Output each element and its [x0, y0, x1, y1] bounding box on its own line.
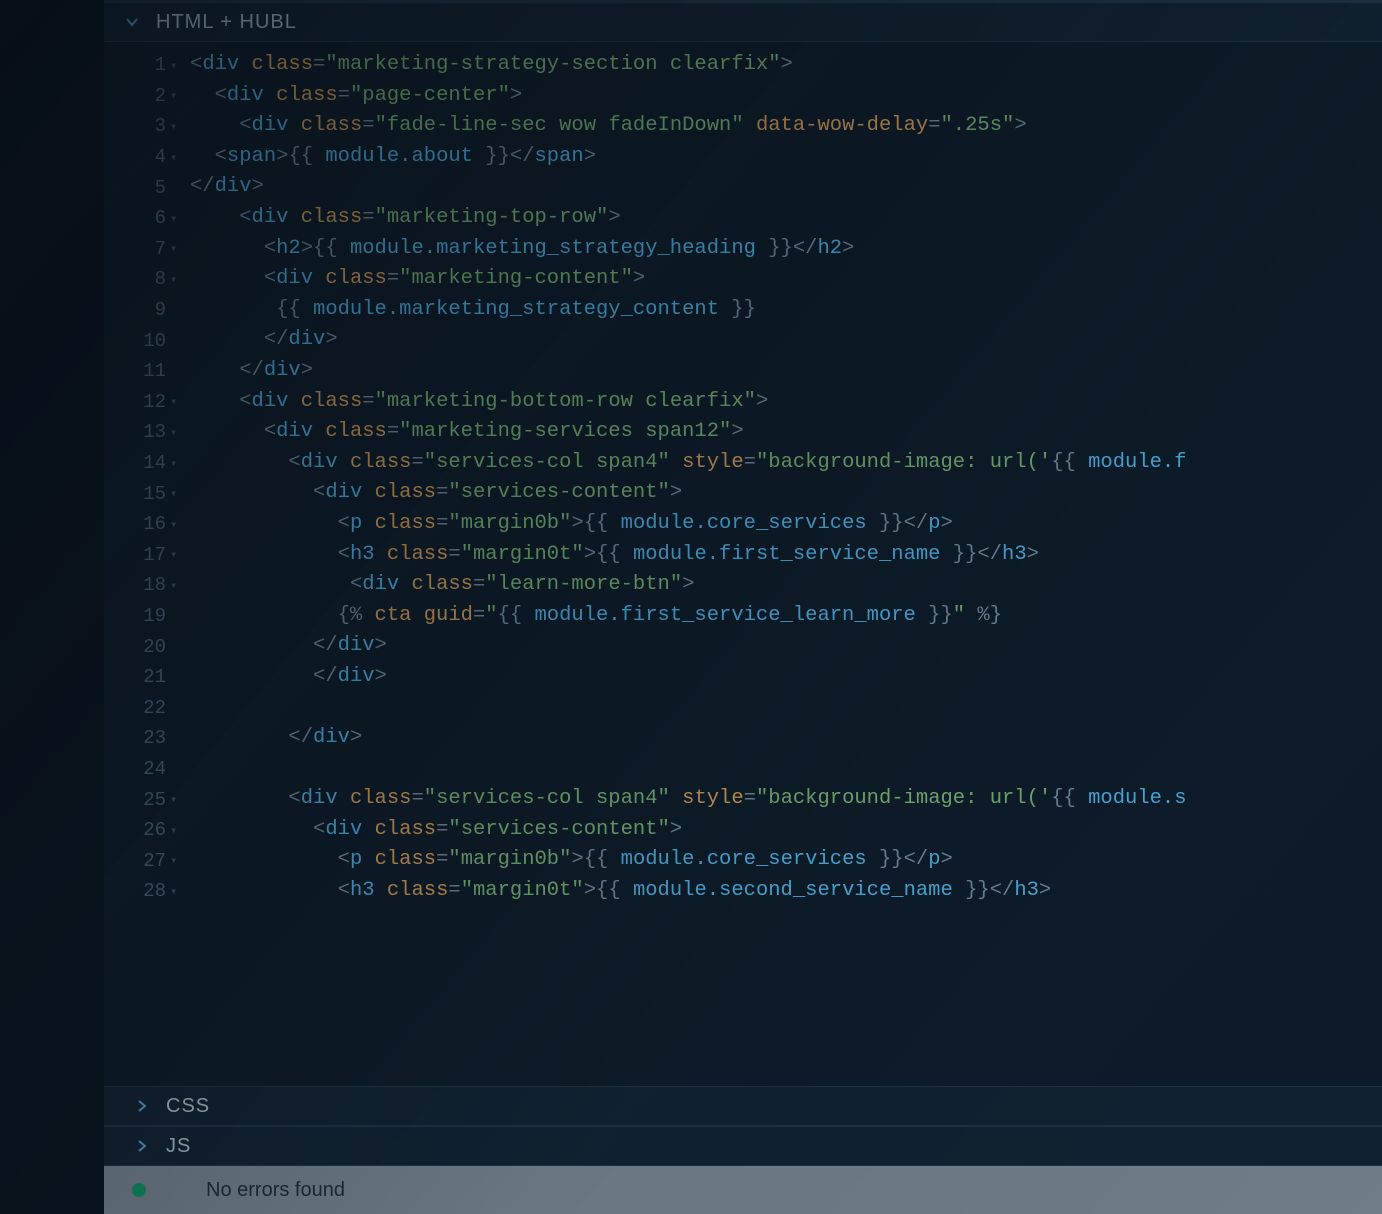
chevron-right-icon [132, 1136, 152, 1156]
line-number: 2▾ [104, 81, 190, 112]
code-line[interactable]: <p class="margin0b">{{ module.core_servi… [190, 509, 1382, 540]
line-number: 8▾ [104, 264, 190, 295]
line-number: 4▾ [104, 142, 190, 173]
line-number: 3▾ [104, 111, 190, 142]
code-line[interactable] [190, 692, 1382, 723]
code-content[interactable]: <div class="marketing-strategy-section c… [190, 42, 1382, 1086]
status-bar: No errors found [104, 1166, 1382, 1214]
code-line[interactable]: <div class="services-col span4" style="b… [190, 784, 1382, 815]
code-line[interactable]: <div class="marketing-services span12"> [190, 417, 1382, 448]
line-number: 22 [104, 692, 190, 723]
code-line[interactable]: <div class="services-col span4" style="b… [190, 448, 1382, 479]
code-line[interactable]: <div class="marketing-content"> [190, 264, 1382, 295]
code-line[interactable]: </div> [190, 723, 1382, 754]
line-number: 21 [104, 662, 190, 693]
line-number: 11 [104, 356, 190, 387]
code-line[interactable] [190, 754, 1382, 785]
code-line[interactable]: <h3 class="margin0t">{{ module.first_ser… [190, 540, 1382, 571]
line-number: 24 [104, 754, 190, 785]
line-number: 10 [104, 325, 190, 356]
code-line[interactable]: <div class="marketing-strategy-section c… [190, 50, 1382, 81]
line-number: 6▾ [104, 203, 190, 234]
line-number: 26▾ [104, 815, 190, 846]
code-line[interactable]: </div> [190, 662, 1382, 693]
code-line[interactable]: <h2>{{ module.marketing_strategy_heading… [190, 234, 1382, 265]
section-header-js[interactable]: JS [104, 1126, 1382, 1166]
code-line[interactable]: <div class="marketing-bottom-row clearfi… [190, 387, 1382, 418]
code-editor[interactable]: 1▾2▾3▾4▾56▾7▾8▾9101112▾13▾14▾15▾16▾17▾18… [104, 42, 1382, 1086]
line-number: 15▾ [104, 478, 190, 509]
line-number: 5 [104, 172, 190, 203]
code-line[interactable]: <div class="page-center"> [190, 81, 1382, 112]
section-label: JS [166, 1135, 191, 1158]
status-text: No errors found [206, 1179, 345, 1202]
code-line[interactable]: <div class="marketing-top-row"> [190, 203, 1382, 234]
line-number: 9 [104, 295, 190, 326]
line-number: 17▾ [104, 540, 190, 571]
line-number: 19 [104, 601, 190, 632]
section-label: CSS [166, 1095, 210, 1118]
status-dot-icon [132, 1183, 146, 1197]
code-line[interactable]: <div class="services-content"> [190, 478, 1382, 509]
code-line[interactable]: <div class="learn-more-btn"> [190, 570, 1382, 601]
line-number: 12▾ [104, 387, 190, 418]
line-number-gutter: 1▾2▾3▾4▾56▾7▾8▾9101112▾13▾14▾15▾16▾17▾18… [104, 42, 190, 1086]
section-header-html-hubl[interactable]: HTML + HUBL [104, 2, 1382, 42]
line-number: 25▾ [104, 784, 190, 815]
chevron-down-icon [122, 12, 142, 32]
code-line[interactable]: <div class="fade-line-sec wow fadeInDown… [190, 111, 1382, 142]
line-number: 28▾ [104, 876, 190, 907]
code-line[interactable]: </div> [190, 631, 1382, 662]
line-number: 20 [104, 631, 190, 662]
line-number: 27▾ [104, 845, 190, 876]
left-gutter [0, 0, 104, 1214]
line-number: 14▾ [104, 448, 190, 479]
line-number: 18▾ [104, 570, 190, 601]
code-line[interactable]: <span>{{ module.about }}</span> [190, 142, 1382, 173]
main-panel: HTML + HUBL 1▾2▾3▾4▾56▾7▾8▾9101112▾13▾14… [104, 0, 1382, 1214]
code-line[interactable]: </div> [190, 172, 1382, 203]
code-line[interactable]: <h3 class="margin0t">{{ module.second_se… [190, 876, 1382, 907]
line-number: 23 [104, 723, 190, 754]
section-label: HTML + HUBL [156, 11, 297, 34]
app-root: HTML + HUBL 1▾2▾3▾4▾56▾7▾8▾9101112▾13▾14… [0, 0, 1382, 1214]
code-line[interactable]: {% cta guid="{{ module.first_service_lea… [190, 601, 1382, 632]
code-line[interactable]: </div> [190, 356, 1382, 387]
code-line[interactable]: <p class="margin0b">{{ module.core_servi… [190, 845, 1382, 876]
line-number: 16▾ [104, 509, 190, 540]
line-number: 7▾ [104, 234, 190, 265]
code-line[interactable]: <div class="services-content"> [190, 815, 1382, 846]
code-line[interactable]: {{ module.marketing_strategy_content }} [190, 295, 1382, 326]
chevron-right-icon [132, 1096, 152, 1116]
line-number: 13▾ [104, 417, 190, 448]
line-number: 1▾ [104, 50, 190, 81]
section-header-css[interactable]: CSS [104, 1086, 1382, 1126]
code-line[interactable]: </div> [190, 325, 1382, 356]
